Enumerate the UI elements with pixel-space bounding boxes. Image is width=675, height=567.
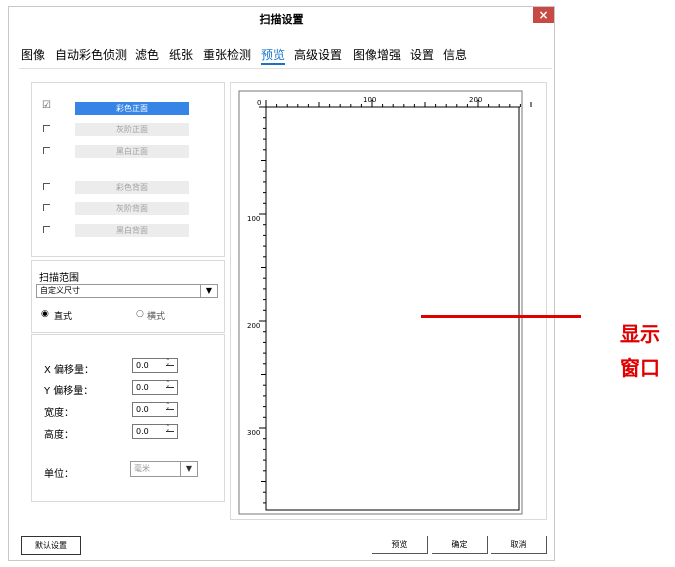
radio-portrait-label[interactable]: 直式: [54, 309, 72, 322]
scan-range-panel: 扫描范围 自定义尺寸 ▼ ◉ 直式 ○ 横式: [31, 260, 225, 333]
mode-color-front[interactable]: 彩色正面: [75, 102, 189, 115]
mode-gray-front[interactable]: 灰阶正面: [75, 123, 189, 136]
ruler-left-300-label: 300: [247, 429, 260, 437]
window-title: 扫描设置: [259, 13, 304, 26]
checkbox-color-front[interactable]: ☑: [42, 101, 51, 111]
spinner-arrows-icon[interactable]: ˄ ˅: [166, 403, 174, 415]
scan-range-value: 自定义尺寸: [40, 286, 80, 295]
spinner-arrows-icon[interactable]: ˄ ˅: [166, 381, 174, 393]
scan-range-select[interactable]: 自定义尺寸 ▼: [36, 284, 218, 298]
radio-portrait-icon[interactable]: ◉: [41, 309, 49, 319]
ruler-top-200-label: 200: [469, 96, 482, 104]
unit-value: 毫米: [134, 464, 150, 473]
tab-info[interactable]: 信息: [443, 46, 467, 63]
tab-auto-color[interactable]: 自动彩色侦测: [55, 46, 127, 63]
ruler-top-100-label: 100: [363, 96, 376, 104]
tab-paper[interactable]: 纸张: [169, 46, 193, 63]
scan-range-heading: 扫描范围: [39, 273, 79, 284]
tab-settings[interactable]: 设置: [410, 46, 434, 63]
scan-settings-dialog: 扫描设置 × 图像 自动彩色侦测 滤色 纸张 重张检测 预览 高级设置 图像增强…: [8, 6, 555, 561]
chevron-down-icon[interactable]: ▼: [180, 462, 197, 476]
annotation-pointer-line: [421, 315, 581, 318]
close-button[interactable]: ×: [533, 7, 554, 23]
checkbox-gray-back[interactable]: [43, 204, 50, 211]
height-stepper[interactable]: 0.0 ˄ ˅: [132, 424, 178, 439]
height-label: 高度：: [44, 430, 74, 441]
spinner-arrows-icon[interactable]: ˄ ˅: [166, 359, 174, 371]
checkbox-color-back[interactable]: [43, 183, 50, 190]
unit-label: 单位：: [44, 469, 74, 480]
x-offset-label: X 偏移量：: [44, 365, 95, 376]
mode-bw-front[interactable]: 黑白正面: [75, 145, 189, 158]
mode-bw-back[interactable]: 黑白背面: [75, 224, 189, 237]
checkbox-gray-front[interactable]: [43, 125, 50, 132]
tab-enhance[interactable]: 图像增强: [353, 46, 401, 63]
tab-preview[interactable]: 预览: [261, 46, 286, 65]
height-value: 0.0: [136, 427, 149, 436]
ruler-origin-label: 0: [257, 99, 261, 107]
tab-divider: [19, 68, 552, 69]
ruler-left-100-label: 100: [247, 215, 260, 223]
ruler-left-200-label: 200: [247, 322, 260, 330]
tab-filter[interactable]: 滤色: [135, 46, 159, 63]
y-offset-stepper[interactable]: 0.0 ˄ ˅: [132, 380, 178, 395]
y-offset-label: Y 偏移量：: [44, 386, 94, 397]
tab-image[interactable]: 图像: [21, 46, 45, 63]
mode-gray-back[interactable]: 灰阶背面: [75, 202, 189, 215]
width-value: 0.0: [136, 405, 149, 414]
x-offset-value: 0.0: [136, 361, 149, 370]
mode-color-back[interactable]: 彩色背面: [75, 181, 189, 194]
scan-mode-panel: ☑ 彩色正面 灰阶正面 黑白正面 彩色背面 灰阶背面 黑白背面: [31, 82, 225, 257]
radio-landscape-label[interactable]: 横式: [147, 309, 165, 322]
cancel-button[interactable]: 取消: [491, 536, 547, 554]
spinner-arrows-icon[interactable]: ˄ ˅: [166, 425, 174, 437]
chevron-down-icon[interactable]: ▼: [200, 285, 217, 297]
tab-advanced[interactable]: 高级设置: [294, 46, 342, 63]
checkbox-bw-back[interactable]: [43, 226, 50, 233]
annotation-window: 窗口: [620, 356, 660, 380]
x-offset-stepper[interactable]: 0.0 ˄ ˅: [132, 358, 178, 373]
checkbox-bw-front[interactable]: [43, 147, 50, 154]
y-offset-value: 0.0: [136, 383, 149, 392]
annotation-display: 显示: [620, 322, 660, 346]
unit-select[interactable]: 毫米 ▼: [130, 461, 198, 477]
preview-button[interactable]: 预览: [372, 536, 428, 554]
title-bar: 扫描设置 ×: [9, 7, 554, 29]
preview-canvas: 0 100 200 100 200 300: [238, 90, 532, 515]
default-settings-button[interactable]: 默认设置: [21, 536, 81, 555]
width-stepper[interactable]: 0.0 ˄ ˅: [132, 402, 178, 417]
width-label: 宽度：: [44, 408, 74, 419]
preview-panel: 0 100 200 100 200 300: [230, 82, 547, 520]
ok-button[interactable]: 确定: [432, 536, 488, 554]
tab-multifeed[interactable]: 重张检测: [203, 46, 251, 63]
preview-frame: [238, 90, 523, 515]
offset-panel: X 偏移量： 0.0 ˄ ˅ Y 偏移量： 0.0 ˄ ˅ 宽度： 0.0 ˄ ˅ 高度： …: [31, 334, 225, 502]
radio-landscape-icon[interactable]: ○: [136, 309, 144, 319]
